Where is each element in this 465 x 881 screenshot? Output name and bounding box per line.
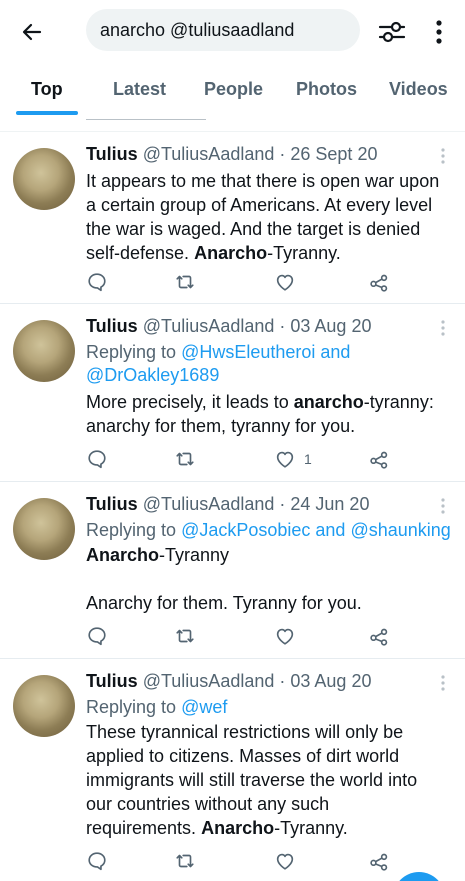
author-name[interactable]: Tulius [86, 316, 138, 336]
vertical-ellipsis-icon [436, 20, 442, 44]
tweet-text: More precisely, it leads to anarcho-tyra… [86, 392, 434, 436]
tweet-date: · 03 Aug 20 [279, 316, 372, 336]
tweet-menu-icon[interactable] [436, 496, 450, 516]
share-icon [370, 628, 388, 646]
retweet-button[interactable] [174, 622, 196, 650]
arrow-left-icon [22, 23, 42, 41]
tweet-date: · 24 Jun 20 [279, 494, 370, 514]
author-handle[interactable]: @TuliusAadland [143, 144, 275, 164]
tab-videos[interactable]: Videos [389, 62, 448, 116]
avatar[interactable] [13, 320, 75, 382]
author-name[interactable]: Tulius [86, 144, 138, 164]
share-button[interactable] [368, 445, 390, 473]
avatar[interactable] [13, 148, 75, 210]
heart-icon [276, 274, 294, 291]
replying-to: Replying to @HwsEleutheroi and @DrOakley… [86, 342, 351, 385]
comment-icon [88, 627, 106, 646]
comment-icon [88, 852, 106, 871]
more-options-button[interactable] [424, 12, 454, 52]
mention-link[interactable]: @HwsEleutheroi and [181, 342, 350, 362]
active-tab-indicator [16, 111, 78, 115]
search-filter-button[interactable] [372, 12, 412, 52]
avatar[interactable] [13, 675, 75, 737]
like-button[interactable] [274, 622, 304, 650]
heart-icon [276, 853, 294, 870]
tab-photos[interactable]: Photos [296, 62, 357, 116]
share-icon [370, 274, 388, 292]
avatar[interactable] [13, 498, 75, 560]
tweet-header: Tulius @TuliusAadland · 26 Sept 20 [86, 144, 377, 165]
tweet-header: Tulius @TuliusAadland · 24 Jun 20 [86, 494, 369, 515]
retweet-icon [176, 275, 194, 289]
retweet-button[interactable] [174, 268, 196, 296]
tweet-actions: 1 [86, 445, 406, 473]
tweet-text: These tyrannical restrictions will only … [86, 722, 418, 838]
tweet-text: It appears to me that there is open war … [86, 171, 440, 263]
reply-button[interactable] [86, 622, 108, 650]
tweet-actions [86, 268, 406, 296]
comment-icon [88, 450, 106, 469]
mention-link[interactable]: @wef [181, 697, 227, 717]
tweet-menu-icon[interactable] [436, 673, 450, 693]
like-button[interactable]: 1 [274, 445, 312, 473]
tab-top[interactable]: Top [31, 62, 63, 116]
author-handle[interactable]: @TuliusAadland [143, 316, 275, 336]
like-button[interactable] [274, 847, 304, 875]
top-bar: anarcho @tuliusaadland [0, 0, 465, 62]
retweet-icon [176, 854, 194, 868]
retweet-icon [176, 452, 194, 466]
replying-to: Replying to @wef [86, 697, 228, 717]
author-name[interactable]: Tulius [86, 671, 138, 691]
heart-icon [276, 628, 294, 645]
replying-to: Replying to @JackPosobiec and @shaunking [86, 520, 451, 540]
tab-people[interactable]: People [204, 62, 263, 116]
tweet-actions [86, 622, 406, 650]
share-button[interactable] [368, 268, 390, 296]
tweet[interactable]: Tulius @TuliusAadland · 03 Aug 20 Replyi… [0, 304, 465, 482]
retweet-button[interactable] [174, 445, 196, 473]
share-icon [370, 853, 388, 871]
author-handle[interactable]: @TuliusAadland [143, 671, 275, 691]
search-input[interactable]: anarcho @tuliusaadland [86, 9, 360, 51]
tweet-text: Anarcho-Tyranny Anarchy for them. Tyrann… [86, 545, 362, 613]
retweet-icon [176, 629, 194, 643]
search-query-text: anarcho @tuliusaadland [100, 19, 295, 40]
tweet-date: · 03 Aug 20 [279, 671, 372, 691]
tweet-actions [86, 847, 406, 875]
back-button[interactable] [14, 14, 50, 50]
tweet[interactable]: Tulius @TuliusAadland · 24 Jun 20 Replyi… [0, 482, 465, 659]
search-tabs: Top Latest People Photos Videos [0, 62, 465, 116]
tweet-menu-icon[interactable] [436, 146, 450, 166]
reply-button[interactable] [86, 847, 108, 875]
mention-link[interactable]: @JackPosobiec and @shaunking [181, 520, 451, 540]
tweet-menu-icon[interactable] [436, 318, 450, 338]
tweet-header: Tulius @TuliusAadland · 03 Aug 20 [86, 316, 371, 337]
share-button[interactable] [368, 847, 390, 875]
share-icon [370, 451, 388, 469]
like-count: 1 [304, 451, 312, 467]
previous-tweet-fragment [0, 116, 465, 132]
heart-icon [276, 451, 294, 468]
comment-icon [88, 273, 106, 292]
mention-link[interactable]: @DrOakley1689 [86, 365, 219, 385]
tweet-header: Tulius @TuliusAadland · 03 Aug 20 [86, 671, 371, 692]
tweet[interactable]: Tulius @TuliusAadland · 26 Sept 20 It ap… [0, 132, 465, 304]
like-button[interactable] [274, 268, 304, 296]
author-name[interactable]: Tulius [86, 494, 138, 514]
reply-button[interactable] [86, 268, 108, 296]
sliders-icon [378, 21, 406, 43]
author-handle[interactable]: @TuliusAadland [143, 494, 275, 514]
reply-button[interactable] [86, 445, 108, 473]
tweet-date: · 26 Sept 20 [279, 144, 378, 164]
tab-latest[interactable]: Latest [113, 62, 166, 116]
tweet[interactable]: Tulius @TuliusAadland · 03 Aug 20 Replyi… [0, 659, 465, 881]
share-button[interactable] [368, 622, 390, 650]
retweet-button[interactable] [174, 847, 196, 875]
